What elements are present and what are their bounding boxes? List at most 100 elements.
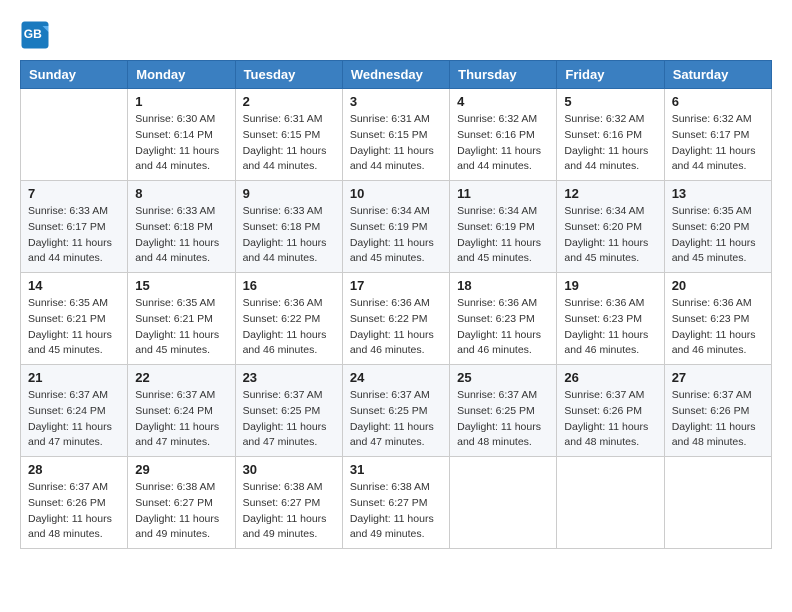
day-number: 8 bbox=[135, 186, 227, 201]
calendar-cell: 12 Sunrise: 6:34 AMSunset: 6:20 PMDayligh… bbox=[557, 181, 664, 273]
day-number: 5 bbox=[564, 94, 656, 109]
weekday-monday: Monday bbox=[128, 61, 235, 89]
calendar-cell: 25Sunrise: 6:37 AMSunset: 6:25 PMDayligh… bbox=[450, 365, 557, 457]
day-number: 21 bbox=[28, 370, 120, 385]
calendar-cell: 26 Sunrise: 6:37 AMSunset: 6:26 PMDayligh… bbox=[557, 365, 664, 457]
calendar-cell: 14 Sunrise: 6:35 AMSunset: 6:21 PMDayligh… bbox=[21, 273, 128, 365]
day-number: 17 bbox=[350, 278, 442, 293]
day-info: Sunrise: 6:34 AMSunset: 6:19 PMDaylight:… bbox=[350, 204, 442, 267]
calendar-cell bbox=[450, 457, 557, 549]
calendar-cell: 16 Sunrise: 6:36 AMSunset: 6:22 PMDayligh… bbox=[235, 273, 342, 365]
day-info: Sunrise: 6:35 AMSunset: 6:21 PMDaylight:… bbox=[135, 296, 227, 359]
calendar-week-5: 28 Sunrise: 6:37 AMSunset: 6:26 PMDayligh… bbox=[21, 457, 772, 549]
day-number: 18 bbox=[457, 278, 549, 293]
calendar-cell: 17 Sunrise: 6:36 AMSunset: 6:22 PMDayligh… bbox=[342, 273, 449, 365]
calendar-cell: 13 Sunrise: 6:35 AMSunset: 6:20 PMDayligh… bbox=[664, 181, 771, 273]
day-info: Sunrise: 6:37 AMSunset: 6:25 PMDaylight:… bbox=[243, 388, 335, 451]
svg-text:GB: GB bbox=[24, 27, 42, 41]
day-info: Sunrise: 6:32 AMSunset: 6:16 PMDaylight:… bbox=[564, 112, 656, 175]
day-info: Sunrise: 6:36 AMSunset: 6:22 PMDaylight:… bbox=[243, 296, 335, 359]
day-number: 14 bbox=[28, 278, 120, 293]
day-number: 3 bbox=[350, 94, 442, 109]
day-number: 28 bbox=[28, 462, 120, 477]
day-number: 12 bbox=[564, 186, 656, 201]
weekday-thursday: Thursday bbox=[450, 61, 557, 89]
calendar-cell: 23 Sunrise: 6:37 AMSunset: 6:25 PMDayligh… bbox=[235, 365, 342, 457]
calendar-cell: 27 Sunrise: 6:37 AMSunset: 6:26 PMDayligh… bbox=[664, 365, 771, 457]
day-number: 13 bbox=[672, 186, 764, 201]
day-number: 1 bbox=[135, 94, 227, 109]
day-info: Sunrise: 6:31 AMSunset: 6:15 PMDaylight:… bbox=[243, 112, 335, 175]
day-info: Sunrise: 6:34 AMSunset: 6:19 PMDaylight:… bbox=[457, 204, 549, 267]
day-info: Sunrise: 6:36 AMSunset: 6:23 PMDaylight:… bbox=[564, 296, 656, 359]
day-number: 30 bbox=[243, 462, 335, 477]
day-info: Sunrise: 6:37 AMSunset: 6:25 PMDaylight:… bbox=[350, 388, 442, 451]
calendar-cell: 15 Sunrise: 6:35 AMSunset: 6:21 PMDayligh… bbox=[128, 273, 235, 365]
calendar-cell: 10 Sunrise: 6:34 AMSunset: 6:19 PMDayligh… bbox=[342, 181, 449, 273]
calendar-cell: 5 Sunrise: 6:32 AMSunset: 6:16 PMDaylight… bbox=[557, 89, 664, 181]
day-number: 23 bbox=[243, 370, 335, 385]
day-info: Sunrise: 6:33 AMSunset: 6:18 PMDaylight:… bbox=[243, 204, 335, 267]
calendar-cell: 18 Sunrise: 6:36 AMSunset: 6:23 PMDayligh… bbox=[450, 273, 557, 365]
day-info: Sunrise: 6:37 AMSunset: 6:25 PMDaylight:… bbox=[457, 388, 549, 451]
day-info: Sunrise: 6:38 AMSunset: 6:27 PMDaylight:… bbox=[350, 480, 442, 543]
weekday-row: SundayMondayTuesdayWednesdayThursdayFrid… bbox=[21, 61, 772, 89]
calendar-cell: 6Sunrise: 6:32 AMSunset: 6:17 PMDaylight… bbox=[664, 89, 771, 181]
calendar-cell: 1Sunrise: 6:30 AMSunset: 6:14 PMDaylight… bbox=[128, 89, 235, 181]
calendar-cell: 9Sunrise: 6:33 AMSunset: 6:18 PMDaylight… bbox=[235, 181, 342, 273]
day-number: 29 bbox=[135, 462, 227, 477]
calendar-header: SundayMondayTuesdayWednesdayThursdayFrid… bbox=[21, 61, 772, 89]
calendar-week-2: 7Sunrise: 6:33 AMSunset: 6:17 PMDaylight… bbox=[21, 181, 772, 273]
day-info: Sunrise: 6:34 AMSunset: 6:20 PMDaylight:… bbox=[564, 204, 656, 267]
calendar-cell: 29Sunrise: 6:38 AMSunset: 6:27 PMDayligh… bbox=[128, 457, 235, 549]
day-info: Sunrise: 6:37 AMSunset: 6:24 PMDaylight:… bbox=[28, 388, 120, 451]
calendar-cell: 8 Sunrise: 6:33 AMSunset: 6:18 PMDaylight… bbox=[128, 181, 235, 273]
logo: GB bbox=[20, 20, 54, 50]
day-number: 2 bbox=[243, 94, 335, 109]
day-info: Sunrise: 6:38 AMSunset: 6:27 PMDaylight:… bbox=[243, 480, 335, 543]
day-info: Sunrise: 6:32 AMSunset: 6:16 PMDaylight:… bbox=[457, 112, 549, 175]
calendar-cell: 24Sunrise: 6:37 AMSunset: 6:25 PMDayligh… bbox=[342, 365, 449, 457]
calendar-cell: 7Sunrise: 6:33 AMSunset: 6:17 PMDaylight… bbox=[21, 181, 128, 273]
weekday-saturday: Saturday bbox=[664, 61, 771, 89]
day-info: Sunrise: 6:36 AMSunset: 6:22 PMDaylight:… bbox=[350, 296, 442, 359]
calendar-cell: 22Sunrise: 6:37 AMSunset: 6:24 PMDayligh… bbox=[128, 365, 235, 457]
day-info: Sunrise: 6:33 AMSunset: 6:18 PMDaylight:… bbox=[135, 204, 227, 267]
page-header: GB bbox=[20, 20, 772, 50]
logo-icon: GB bbox=[20, 20, 50, 50]
day-number: 19 bbox=[564, 278, 656, 293]
calendar-table: SundayMondayTuesdayWednesdayThursdayFrid… bbox=[20, 60, 772, 549]
day-number: 4 bbox=[457, 94, 549, 109]
calendar-week-1: 1Sunrise: 6:30 AMSunset: 6:14 PMDaylight… bbox=[21, 89, 772, 181]
calendar-cell: 21 Sunrise: 6:37 AMSunset: 6:24 PMDayligh… bbox=[21, 365, 128, 457]
calendar-cell: 2 Sunrise: 6:31 AMSunset: 6:15 PMDaylight… bbox=[235, 89, 342, 181]
calendar-cell: 30 Sunrise: 6:38 AMSunset: 6:27 PMDayligh… bbox=[235, 457, 342, 549]
calendar-cell bbox=[557, 457, 664, 549]
day-number: 15 bbox=[135, 278, 227, 293]
calendar-cell: 11 Sunrise: 6:34 AMSunset: 6:19 PMDayligh… bbox=[450, 181, 557, 273]
day-number: 11 bbox=[457, 186, 549, 201]
weekday-tuesday: Tuesday bbox=[235, 61, 342, 89]
day-number: 16 bbox=[243, 278, 335, 293]
day-number: 27 bbox=[672, 370, 764, 385]
day-info: Sunrise: 6:37 AMSunset: 6:24 PMDaylight:… bbox=[135, 388, 227, 451]
day-number: 10 bbox=[350, 186, 442, 201]
calendar-cell: 19 Sunrise: 6:36 AMSunset: 6:23 PMDayligh… bbox=[557, 273, 664, 365]
day-info: Sunrise: 6:37 AMSunset: 6:26 PMDaylight:… bbox=[28, 480, 120, 543]
weekday-friday: Friday bbox=[557, 61, 664, 89]
calendar-body: 1Sunrise: 6:30 AMSunset: 6:14 PMDaylight… bbox=[21, 89, 772, 549]
calendar-cell: 20Sunrise: 6:36 AMSunset: 6:23 PMDayligh… bbox=[664, 273, 771, 365]
calendar-cell: 31Sunrise: 6:38 AMSunset: 6:27 PMDayligh… bbox=[342, 457, 449, 549]
calendar-cell: 28 Sunrise: 6:37 AMSunset: 6:26 PMDayligh… bbox=[21, 457, 128, 549]
day-number: 20 bbox=[672, 278, 764, 293]
day-info: Sunrise: 6:37 AMSunset: 6:26 PMDaylight:… bbox=[564, 388, 656, 451]
day-number: 7 bbox=[28, 186, 120, 201]
day-info: Sunrise: 6:32 AMSunset: 6:17 PMDaylight:… bbox=[672, 112, 764, 175]
day-number: 26 bbox=[564, 370, 656, 385]
calendar-week-4: 21 Sunrise: 6:37 AMSunset: 6:24 PMDayligh… bbox=[21, 365, 772, 457]
calendar-cell: 4 Sunrise: 6:32 AMSunset: 6:16 PMDaylight… bbox=[450, 89, 557, 181]
day-info: Sunrise: 6:36 AMSunset: 6:23 PMDaylight:… bbox=[457, 296, 549, 359]
day-info: Sunrise: 6:35 AMSunset: 6:21 PMDaylight:… bbox=[28, 296, 120, 359]
day-info: Sunrise: 6:35 AMSunset: 6:20 PMDaylight:… bbox=[672, 204, 764, 267]
day-info: Sunrise: 6:37 AMSunset: 6:26 PMDaylight:… bbox=[672, 388, 764, 451]
